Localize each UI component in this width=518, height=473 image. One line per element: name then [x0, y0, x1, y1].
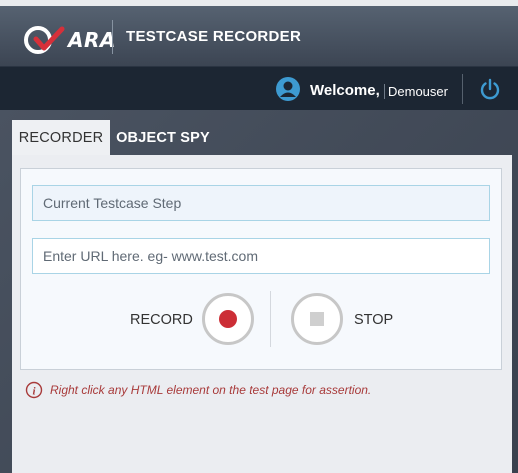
assertion-hint: Right click any HTML element on the test…: [50, 383, 372, 397]
user-bar: Welcome, Demouser: [0, 66, 518, 111]
header-divider: [112, 20, 113, 54]
tab-object-spy[interactable]: OBJECT SPY: [110, 120, 216, 156]
controls-divider: [270, 291, 271, 347]
power-logout-icon[interactable]: [478, 77, 502, 101]
info-icon: i: [25, 381, 43, 399]
qara-logo: ARA: [22, 23, 115, 57]
record-dot-icon: [219, 310, 237, 328]
user-avatar-icon[interactable]: [275, 76, 301, 102]
record-label: RECORD: [130, 312, 193, 328]
logo-text: ARA: [68, 28, 116, 52]
app-title: TESTCASE RECORDER: [126, 28, 302, 45]
stop-button[interactable]: [291, 293, 343, 345]
svg-text:i: i: [32, 385, 36, 397]
stop-square-icon: [310, 312, 324, 326]
app-window: ARA TESTCASE RECORDER Welcome, Demouser …: [0, 0, 518, 473]
userbar-divider: [462, 74, 463, 104]
record-button[interactable]: [202, 293, 254, 345]
stop-label: STOP: [354, 312, 394, 328]
app-header: ARA TESTCASE RECORDER: [0, 6, 518, 66]
welcome-text: Welcome,: [310, 82, 380, 99]
tab-recorder[interactable]: RECORDER: [12, 120, 110, 156]
current-step-field[interactable]: Current Testcase Step: [32, 185, 490, 221]
username: Demouser: [384, 84, 448, 99]
url-input[interactable]: Enter URL here. eg- www.test.com: [32, 238, 490, 274]
